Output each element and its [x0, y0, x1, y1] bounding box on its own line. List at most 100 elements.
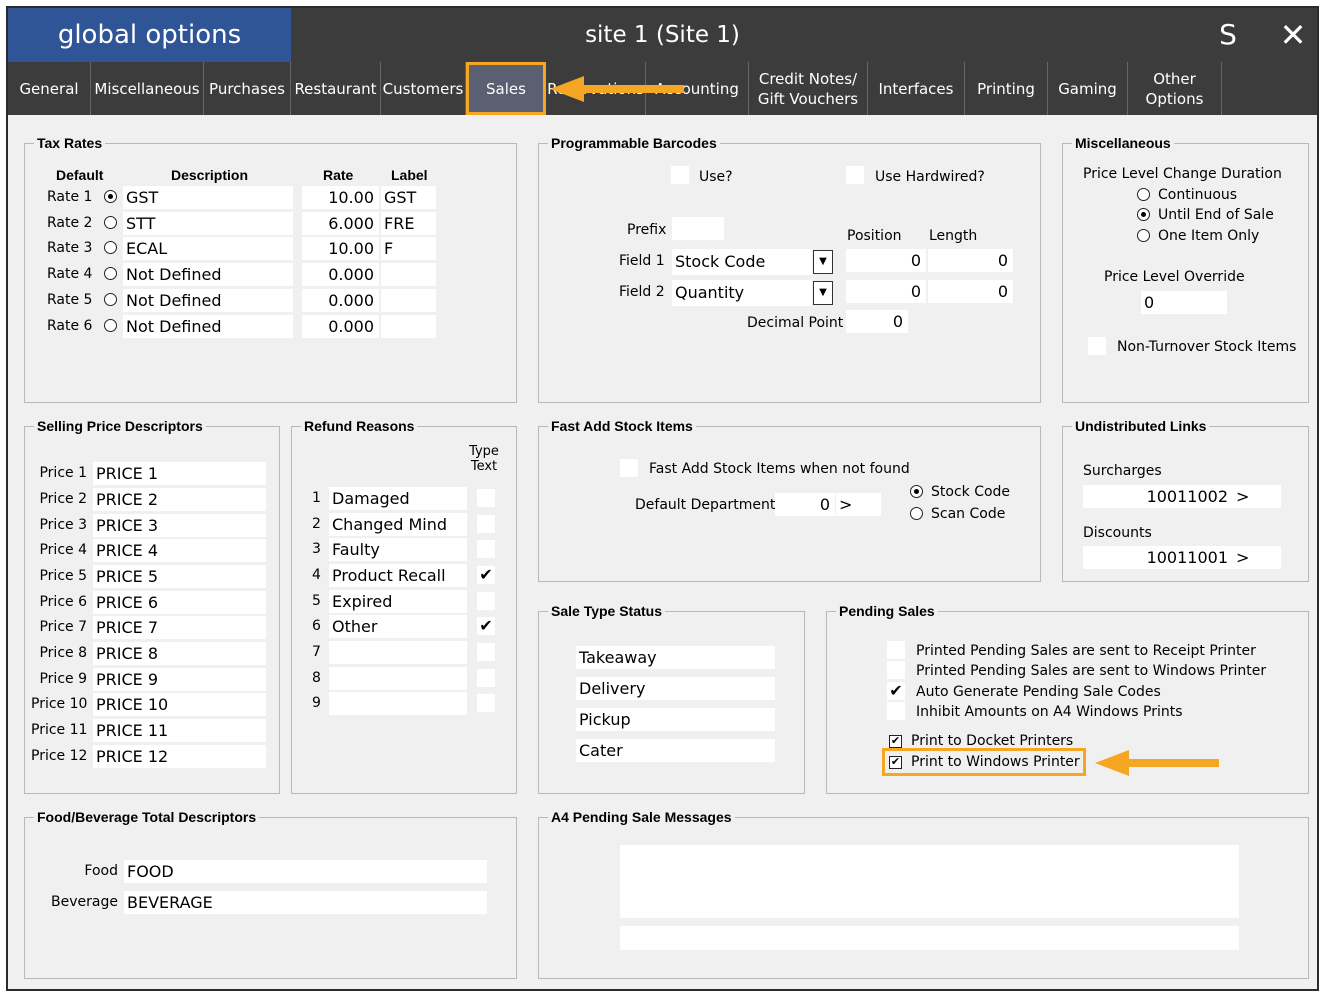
field2-length[interactable]: 0 — [928, 280, 1013, 303]
refund-1-type-text-checkbox[interactable] — [477, 489, 495, 507]
refund-5-type-text-checkbox[interactable] — [477, 592, 495, 610]
default-department-lookup-button[interactable]: > — [836, 493, 881, 516]
tab-restaurant[interactable]: Restaurant — [291, 62, 381, 115]
rate-3-label[interactable]: F — [381, 237, 436, 260]
surcharges-lookup-button[interactable]: > — [1233, 485, 1281, 508]
price-11-input[interactable]: PRICE 11 — [93, 719, 266, 742]
tab-general[interactable]: General — [8, 62, 91, 115]
refund-7-type-text-checkbox[interactable] — [477, 643, 495, 661]
refund-2-type-text-checkbox[interactable] — [477, 515, 495, 533]
sale-type-takeaway[interactable]: Takeaway — [576, 646, 775, 669]
rate-1-description[interactable]: GST — [123, 186, 293, 209]
discounts-lookup-button[interactable]: > — [1233, 546, 1281, 569]
tab-accounting[interactable]: Accounting — [646, 62, 749, 115]
rate-2-description[interactable]: STT — [123, 212, 293, 235]
refund-8-input[interactable] — [329, 667, 467, 690]
price-1-input[interactable]: PRICE 1 — [93, 462, 266, 485]
rate-2-rate[interactable]: 6.000 — [302, 212, 379, 235]
rate-6-default-radio[interactable] — [104, 319, 117, 332]
inhibit-amounts-checkbox[interactable] — [887, 702, 905, 720]
print-to-docket-checkbox[interactable]: ✔ — [889, 735, 902, 748]
price-12-input[interactable]: PRICE 12 — [93, 745, 266, 768]
tab-miscellaneous[interactable]: Miscellaneous — [91, 62, 204, 115]
rate-3-description[interactable]: ECAL — [123, 237, 293, 260]
non-turnover-checkbox[interactable] — [1088, 337, 1106, 355]
rate-5-description[interactable]: Not Defined — [123, 289, 293, 312]
rate-1-rate[interactable]: 10.00 — [302, 186, 379, 209]
continuous-radio[interactable] — [1137, 188, 1150, 201]
discounts-input[interactable]: 10011001 — [1083, 546, 1233, 569]
default-department-input[interactable]: 0 — [775, 493, 835, 516]
sale-type-cater[interactable]: Cater — [576, 739, 775, 762]
stock-code-radio[interactable] — [910, 485, 923, 498]
refund-4-input[interactable]: Product Recall — [329, 564, 467, 587]
price-5-input[interactable]: PRICE 5 — [93, 565, 266, 588]
price-2-input[interactable]: PRICE 2 — [93, 488, 266, 511]
rate-1-label[interactable]: GST — [381, 186, 436, 209]
refund-7-input[interactable] — [329, 641, 467, 664]
tab-purchases[interactable]: Purchases — [204, 62, 291, 115]
use-hardwired-checkbox[interactable] — [846, 166, 864, 184]
price-level-override-input[interactable]: 0 — [1141, 291, 1227, 314]
print-to-windows-checkbox[interactable]: ✔ — [889, 756, 902, 769]
rate-6-description[interactable]: Not Defined — [123, 315, 293, 338]
scan-code-radio[interactable] — [910, 507, 923, 520]
tab-printing[interactable]: Printing — [965, 62, 1048, 115]
rate-4-label[interactable] — [381, 263, 436, 286]
refund-3-type-text-checkbox[interactable] — [477, 540, 495, 558]
rate-3-rate[interactable]: 10.00 — [302, 237, 379, 260]
one-item-only-radio[interactable] — [1137, 229, 1150, 242]
price-9-input[interactable]: PRICE 9 — [93, 668, 266, 691]
price-8-input[interactable]: PRICE 8 — [93, 642, 266, 665]
use-checkbox[interactable] — [671, 166, 689, 184]
fast-add-checkbox[interactable] — [620, 459, 638, 477]
price-6-input[interactable]: PRICE 6 — [93, 591, 266, 614]
rate-2-default-radio[interactable] — [104, 216, 117, 229]
rate-6-label[interactable] — [381, 315, 436, 338]
rate-5-label[interactable] — [381, 289, 436, 312]
sale-type-pickup[interactable]: Pickup — [576, 708, 775, 731]
tab-sales[interactable]: Sales — [466, 62, 546, 115]
refund-6-input[interactable]: Other — [329, 615, 467, 638]
tab-reservations[interactable]: Reservations — [546, 62, 646, 115]
rate-2-label[interactable]: FRE — [381, 212, 436, 235]
rate-4-rate[interactable]: 0.000 — [302, 263, 379, 286]
field1-position[interactable]: 0 — [846, 249, 926, 272]
a4-message-textarea[interactable] — [620, 845, 1239, 918]
field1-length[interactable]: 0 — [928, 249, 1013, 272]
decimal-point-input[interactable]: 0 — [846, 310, 908, 333]
field1-dropdown-arrow-icon[interactable]: ▼ — [813, 250, 833, 274]
until-end-of-sale-radio[interactable] — [1137, 208, 1150, 221]
rate-4-description[interactable]: Not Defined — [123, 263, 293, 286]
rate-6-rate[interactable]: 0.000 — [302, 315, 379, 338]
field1-select[interactable]: Stock Code — [672, 249, 812, 275]
tab-gaming[interactable]: Gaming — [1048, 62, 1128, 115]
rate-3-default-radio[interactable] — [104, 241, 117, 254]
s-button[interactable]: S — [1198, 8, 1258, 62]
refund-6-type-text-checkbox[interactable]: ✔ — [477, 617, 495, 635]
refund-3-input[interactable]: Faulty — [329, 538, 467, 561]
rate-5-rate[interactable]: 0.000 — [302, 289, 379, 312]
windows-printer-pending-checkbox[interactable] — [887, 661, 905, 679]
a4-footer-input[interactable] — [620, 926, 1239, 950]
refund-9-type-text-checkbox[interactable] — [477, 694, 495, 712]
close-button[interactable]: ✕ — [1263, 8, 1317, 62]
refund-8-type-text-checkbox[interactable] — [477, 669, 495, 687]
tab-interfaces[interactable]: Interfaces — [868, 62, 965, 115]
field2-dropdown-arrow-icon[interactable]: ▼ — [813, 281, 833, 305]
rate-5-default-radio[interactable] — [104, 293, 117, 306]
field2-position[interactable]: 0 — [846, 280, 926, 303]
refund-4-type-text-checkbox[interactable]: ✔ — [477, 566, 495, 584]
tab-other-options[interactable]: Other Options — [1128, 62, 1222, 115]
tab-customers[interactable]: Customers — [381, 62, 466, 115]
food-input[interactable]: FOOD — [124, 860, 487, 883]
receipt-printer-checkbox[interactable] — [887, 641, 905, 659]
beverage-input[interactable]: BEVERAGE — [124, 891, 487, 914]
price-3-input[interactable]: PRICE 3 — [93, 514, 266, 537]
refund-2-input[interactable]: Changed Mind — [329, 513, 467, 536]
refund-9-input[interactable] — [329, 692, 467, 715]
refund-1-input[interactable]: Damaged — [329, 487, 467, 510]
surcharges-input[interactable]: 10011002 — [1083, 485, 1233, 508]
rate-4-default-radio[interactable] — [104, 267, 117, 280]
auto-generate-codes-checkbox[interactable]: ✔ — [887, 682, 905, 700]
